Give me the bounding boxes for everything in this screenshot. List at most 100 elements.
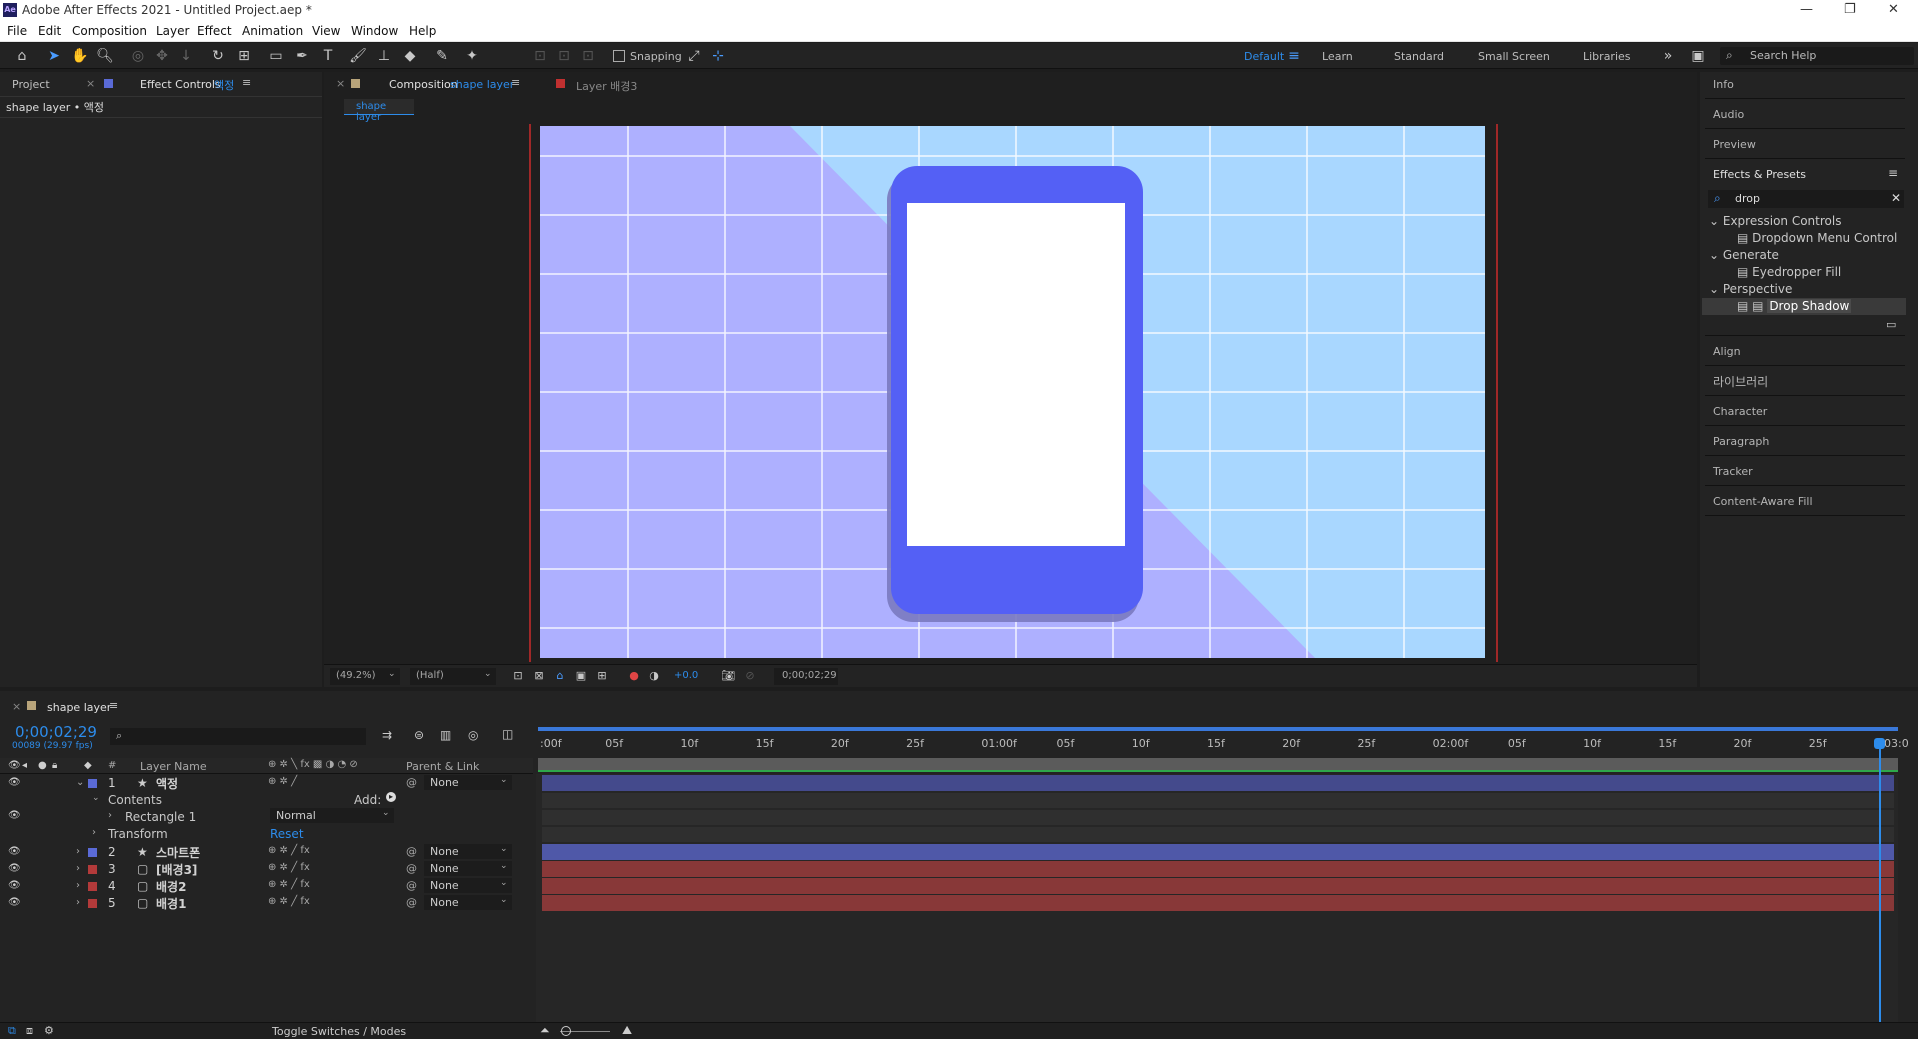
- parent-dropdown[interactable]: None ⌄: [424, 861, 512, 876]
- zoom-in-icon[interactable]: ⛰: [622, 1023, 632, 1038]
- minimize-icon[interactable]: —: [1800, 2, 1813, 17]
- menu-layer[interactable]: Layer: [156, 24, 189, 38]
- pickwhip-icon[interactable]: @: [406, 896, 417, 909]
- frame-blending-icon[interactable]: ◎: [468, 728, 478, 742]
- close-icon[interactable]: ×: [86, 77, 95, 90]
- chevron-right-icon[interactable]: ›: [76, 846, 80, 857]
- menu-window[interactable]: Window: [351, 24, 398, 38]
- eye-icon[interactable]: 👁︎: [8, 846, 21, 857]
- snapping-options-icon[interactable]: ⤢: [684, 46, 704, 66]
- zoom-slider-thumb[interactable]: [561, 1026, 571, 1036]
- orbit-tool-icon[interactable]: ◎: [128, 46, 148, 66]
- menu-file[interactable]: File: [7, 24, 27, 38]
- tab-composition-name[interactable]: shape layer: [450, 78, 514, 91]
- chevron-right-icon[interactable]: ›: [76, 880, 80, 891]
- reset-link[interactable]: Reset: [270, 827, 304, 841]
- more-workspaces-icon[interactable]: »: [1658, 46, 1678, 66]
- close-icon[interactable]: ✕: [1888, 2, 1899, 17]
- panel-info[interactable]: Info: [1713, 78, 1734, 91]
- menu-effect[interactable]: Effect: [197, 24, 232, 38]
- panel-menu-icon[interactable]: ≡: [511, 76, 520, 89]
- region-of-interest-icon[interactable]: ▣: [571, 666, 591, 686]
- label-color-swatch[interactable]: [88, 848, 97, 857]
- draft-3d-icon[interactable]: ⊜: [414, 728, 424, 742]
- roto-brush-icon[interactable]: ✎: [432, 46, 452, 66]
- home-icon[interactable]: ⌂: [12, 46, 32, 66]
- panel-audio[interactable]: Audio: [1713, 108, 1744, 121]
- clear-search-icon[interactable]: ✕: [1891, 191, 1901, 205]
- panel-tracker[interactable]: Tracker: [1713, 465, 1753, 478]
- mask-visibility-icon[interactable]: ⌂: [550, 666, 570, 686]
- snap-edges-icon[interactable]: ⊹: [708, 46, 728, 66]
- render-time-icon[interactable]: ⚙: [44, 1024, 54, 1037]
- label-color-swatch[interactable]: [88, 899, 97, 908]
- layer-switches[interactable]: ⊕ ✲ ╱ fx: [268, 862, 310, 873]
- panel-menu-icon[interactable]: ≡: [109, 699, 118, 712]
- tree-group-generate[interactable]: ⌄ Generate: [1709, 248, 1779, 262]
- parent-dropdown[interactable]: None ⌄: [424, 775, 512, 790]
- clone-stamp-icon[interactable]: ⊥: [374, 46, 394, 66]
- zoom-out-icon[interactable]: ⏶: [540, 1023, 550, 1038]
- chevron-right-icon[interactable]: ›: [108, 810, 112, 821]
- axis-local-icon[interactable]: ⊡: [530, 46, 550, 66]
- panel-libraries[interactable]: 라이브러리: [1713, 373, 1768, 390]
- layer-bar-2[interactable]: [542, 844, 1894, 860]
- type-tool-icon[interactable]: T: [318, 46, 338, 66]
- layer-bar-5[interactable]: [542, 895, 1894, 911]
- hand-tool-icon[interactable]: ✋: [70, 46, 90, 66]
- panel-effects-presets[interactable]: Effects & Presets: [1713, 168, 1806, 181]
- layer-name[interactable]: [배경3]: [156, 861, 197, 878]
- blend-mode-dropdown[interactable]: Normal ⌄: [270, 808, 394, 823]
- tree-item-drop-shadow[interactable]: ▤ ▤ Drop Shadow: [1737, 299, 1852, 313]
- pickwhip-icon[interactable]: @: [406, 776, 417, 789]
- layer-name[interactable]: 액정: [156, 775, 178, 792]
- pickwhip-icon[interactable]: @: [406, 879, 417, 892]
- pickwhip-icon[interactable]: @: [406, 862, 417, 875]
- menu-view[interactable]: View: [312, 24, 340, 38]
- panel-menu-icon[interactable]: ≡: [1888, 166, 1898, 180]
- eye-icon[interactable]: 👁︎: [8, 880, 21, 891]
- parent-dropdown[interactable]: None ⌄: [424, 844, 512, 859]
- layer-name[interactable]: 배경1: [156, 895, 186, 912]
- tree-item-eyedropper-fill[interactable]: ▤ Eyedropper Fill: [1737, 265, 1841, 279]
- transfer-controls-icon[interactable]: ⧈: [26, 1024, 33, 1038]
- eraser-tool-icon[interactable]: ◆: [400, 46, 420, 66]
- color-management-icon[interactable]: ◑: [644, 666, 664, 686]
- playhead-line[interactable]: [1879, 740, 1881, 1030]
- tab-project[interactable]: Project: [12, 78, 50, 91]
- playhead-handle[interactable]: [1874, 738, 1885, 749]
- chevron-down-icon[interactable]: ⌄: [76, 777, 84, 788]
- puppet-pin-icon[interactable]: ✦: [462, 46, 482, 66]
- menu-help[interactable]: Help: [409, 24, 436, 38]
- layer-switches[interactable]: ⊕ ✲ ╱ fx: [268, 896, 310, 907]
- sync-settings-icon[interactable]: ▣: [1688, 46, 1708, 66]
- viewer-timecode[interactable]: 0;00;02;29: [774, 668, 838, 685]
- anchor-tool-icon[interactable]: ⊞: [234, 46, 254, 66]
- panel-character[interactable]: Character: [1713, 405, 1767, 418]
- show-snapshot-icon[interactable]: ⊘: [740, 666, 760, 686]
- layer-row-5[interactable]: 👁︎ › 5 ▢ 배경1 ⊕ ✲ ╱ fx @ None ⌄: [0, 895, 533, 912]
- current-timecode[interactable]: 0;00;02;29: [15, 723, 97, 741]
- workspace-small-screen[interactable]: Small Screen: [1478, 50, 1550, 63]
- new-preset-icon[interactable]: ▭: [1886, 318, 1896, 331]
- workspace-default[interactable]: Default: [1244, 50, 1284, 63]
- workspace-learn[interactable]: Learn: [1322, 50, 1353, 63]
- add-content-button[interactable]: ▸: [386, 792, 396, 802]
- rectangle-tool-icon[interactable]: ▭: [266, 46, 286, 66]
- layer-bar-3[interactable]: [542, 861, 1894, 877]
- layer-row-2[interactable]: 👁︎ › 2 ★ 스마트폰 ⊕ ✲ ╱ fx @ None ⌄: [0, 844, 533, 861]
- layer-name[interactable]: 배경2: [156, 878, 186, 895]
- layer-bar-1[interactable]: [542, 775, 1894, 791]
- tree-group-perspective[interactable]: ⌄ Perspective: [1709, 282, 1792, 296]
- eye-icon[interactable]: 👁︎: [8, 777, 21, 788]
- tab-layer[interactable]: Layer 배경3: [576, 78, 637, 94]
- transparency-grid-icon[interactable]: ⊠: [529, 666, 549, 686]
- snapshot-camera-icon[interactable]: 📷︎: [718, 666, 738, 686]
- tab-effect-controls-layer[interactable]: 액정: [214, 77, 234, 93]
- tree-item-dropdown-menu-control[interactable]: ▤ Dropdown Menu Control: [1737, 231, 1897, 245]
- label-color-swatch[interactable]: [88, 779, 97, 788]
- snapping-checkbox[interactable]: [613, 50, 625, 62]
- parent-dropdown[interactable]: None ⌄: [424, 878, 512, 893]
- effects-search-input[interactable]: ⌕ drop ✕: [1708, 190, 1904, 208]
- shy-layers-icon[interactable]: ▥: [440, 728, 451, 742]
